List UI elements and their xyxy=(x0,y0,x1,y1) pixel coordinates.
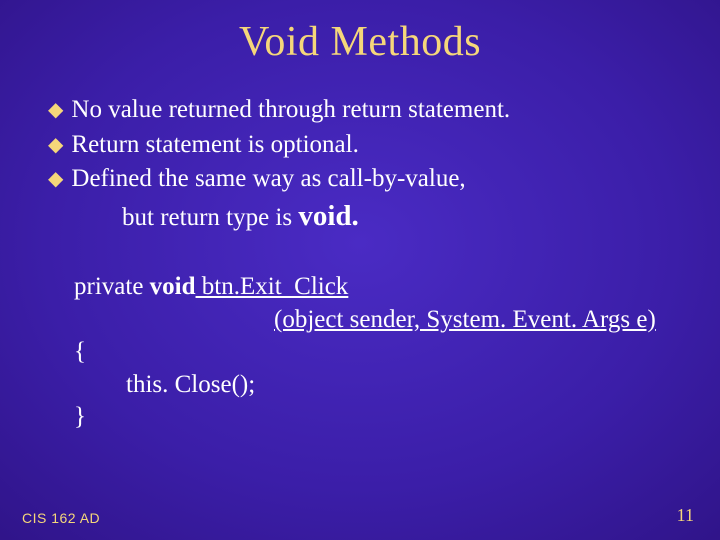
code-line: { xyxy=(74,336,690,369)
footer-course: CIS 162 AD xyxy=(22,510,100,526)
code-line: } xyxy=(74,401,690,434)
bullet-text: No value returned through return stateme… xyxy=(71,94,680,127)
diamond-icon: ◆ xyxy=(48,132,63,158)
bullet-continuation: but return type is void. xyxy=(48,198,680,236)
code-line: this. Close(); xyxy=(74,369,690,402)
bullet-list: ◆ No value returned through return state… xyxy=(0,94,720,235)
code-text: private xyxy=(74,273,150,300)
bullet-item: ◆ No value returned through return state… xyxy=(48,94,680,127)
diamond-icon: ◆ xyxy=(48,166,63,192)
bullet-text: Return statement is optional. xyxy=(71,129,680,162)
bullet-item: ◆ Defined the same way as call-by-value, xyxy=(48,163,680,196)
bullet-text-prefix: but return type is xyxy=(122,204,298,231)
void-keyword: void xyxy=(150,273,196,300)
slide: Void Methods ◆ No value returned through… xyxy=(0,0,720,540)
page-number: 11 xyxy=(677,505,694,526)
method-name: btn.Exit_Click xyxy=(196,273,349,300)
code-line: private void btn.Exit_Click xyxy=(74,271,690,304)
void-keyword: void. xyxy=(298,200,358,232)
code-block: private void btn.Exit_Click (object send… xyxy=(0,271,720,434)
bullet-item: ◆ Return statement is optional. xyxy=(48,129,680,162)
diamond-icon: ◆ xyxy=(48,97,63,123)
slide-title: Void Methods xyxy=(0,0,720,66)
bullet-text: Defined the same way as call-by-value, xyxy=(71,163,680,196)
code-line: (object sender, System. Event. Args e) xyxy=(74,304,690,337)
